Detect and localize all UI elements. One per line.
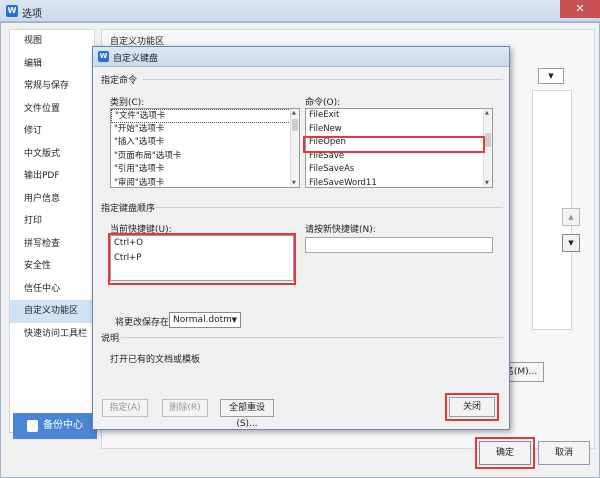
close-button-highlight [445, 393, 499, 421]
description-group-label: 说明 [101, 334, 120, 344]
sidebar-item-view[interactable]: 视图 [10, 30, 94, 53]
backup-icon [27, 420, 38, 432]
command-label: 命令(O): [305, 98, 341, 108]
dialog-titlebar: W 自定义键盘 [93, 47, 509, 67]
sidebar-item-print[interactable]: 打印 [10, 210, 94, 233]
sidebar-item-general-save[interactable]: 常规与保存 [10, 75, 94, 98]
sidebar-item-trust-center[interactable]: 信任中心 [10, 278, 94, 301]
current-keys-highlight [108, 233, 296, 285]
scrollbar[interactable]: ▲ ▼ [290, 109, 299, 187]
save-in-value: Normal.dotm [173, 315, 232, 325]
key-sequence-group-label: 指定键盘顺序 [101, 204, 156, 214]
cancel-button[interactable]: 取消 [538, 441, 590, 465]
scroll-down-icon[interactable]: ▼ [292, 180, 296, 186]
ok-button-highlight [475, 437, 535, 469]
scroll-thumb[interactable] [485, 133, 491, 147]
list-item[interactable]: "插入"选项卡 [111, 136, 299, 150]
sidebar-item-spell-check[interactable]: 拼写检查 [10, 233, 94, 256]
list-item[interactable]: FileNew [306, 123, 492, 137]
new-key-input[interactable] [305, 237, 493, 253]
category-label: 类别(C): [110, 98, 145, 108]
scroll-up-icon[interactable]: ▲ [292, 110, 296, 116]
list-item[interactable]: "页面布局"选项卡 [111, 150, 299, 164]
options-window-titlebar: W 选项 ✕ [0, 0, 600, 22]
save-in-select[interactable]: Normal.dotm ▼ [169, 312, 241, 328]
list-item[interactable]: FileSaveAs [306, 163, 492, 177]
sidebar-item-security[interactable]: 安全性 [10, 255, 94, 278]
sidebar-item-file-location[interactable]: 文件位置 [10, 98, 94, 121]
chevron-down-icon: ▼ [231, 316, 237, 324]
sidebar-item-chinese-layout[interactable]: 中文版式 [10, 143, 94, 166]
list-item[interactable]: "文件"选项卡 [111, 109, 299, 123]
dialog-title: 自定义键盘 [113, 54, 159, 64]
sidebar-item-output-pdf[interactable]: 输出PDF [10, 165, 94, 188]
options-sidebar: 视图 编辑 常规与保存 文件位置 修订 中文版式 输出PDF 用户信息 打印 拼… [9, 29, 95, 433]
category-listbox[interactable]: "文件"选项卡 "开始"选项卡 "插入"选项卡 "页面布局"选项卡 "引用"选项… [110, 108, 300, 188]
window-title: 选项 [22, 9, 42, 20]
sidebar-item-customize-ribbon[interactable]: 自定义功能区 [10, 300, 94, 323]
sidebar-item-quick-access-toolbar[interactable]: 快速访问工具栏 [10, 323, 94, 346]
description-text: 打开已有的文档或模板 [110, 355, 201, 365]
list-item[interactable]: "引用"选项卡 [111, 163, 299, 177]
fileopen-highlight [303, 136, 485, 153]
new-key-label: 请按新快捷键(N): [305, 225, 376, 235]
reset-all-button[interactable]: 全部重设(S)... [220, 399, 274, 429]
assign-button[interactable]: 指定(A) [102, 399, 148, 417]
backup-center-label: 备份中心 [43, 420, 83, 431]
scroll-thumb[interactable] [292, 119, 298, 131]
sidebar-item-revision[interactable]: 修订 [10, 120, 94, 143]
group-divider [155, 207, 503, 208]
close-icon[interactable]: ✕ [560, 0, 600, 18]
list-item[interactable]: "开始"选项卡 [111, 123, 299, 137]
scroll-down-icon[interactable]: ▼ [485, 180, 489, 186]
move-down-button[interactable]: ▼ [562, 234, 580, 252]
customize-keyboard-dialog: W 自定义键盘 指定命令 类别(C): "文件"选项卡 "开始"选项卡 "插入"… [92, 46, 510, 430]
move-up-button[interactable]: ▲ [562, 208, 580, 226]
sidebar-item-edit[interactable]: 编辑 [10, 53, 94, 76]
backup-center-button[interactable]: 备份中心 [13, 413, 97, 439]
wps-writer-icon: W [98, 51, 109, 62]
list-item[interactable]: FileSaveWord11 [306, 177, 492, 188]
scroll-up-icon[interactable]: ▲ [485, 110, 489, 116]
specify-command-group-label: 指定命令 [101, 76, 138, 86]
list-item[interactable]: FileExit [306, 109, 492, 123]
group-divider [121, 337, 503, 338]
sidebar-item-user-info[interactable]: 用户信息 [10, 188, 94, 211]
group-divider [143, 79, 503, 80]
remove-button[interactable]: 删除(R) [162, 399, 208, 417]
ribbon-tabs-dropdown[interactable]: ▼ [538, 68, 564, 84]
wps-writer-icon: W [6, 5, 18, 17]
list-item[interactable]: "审阅"选项卡 [111, 177, 299, 188]
